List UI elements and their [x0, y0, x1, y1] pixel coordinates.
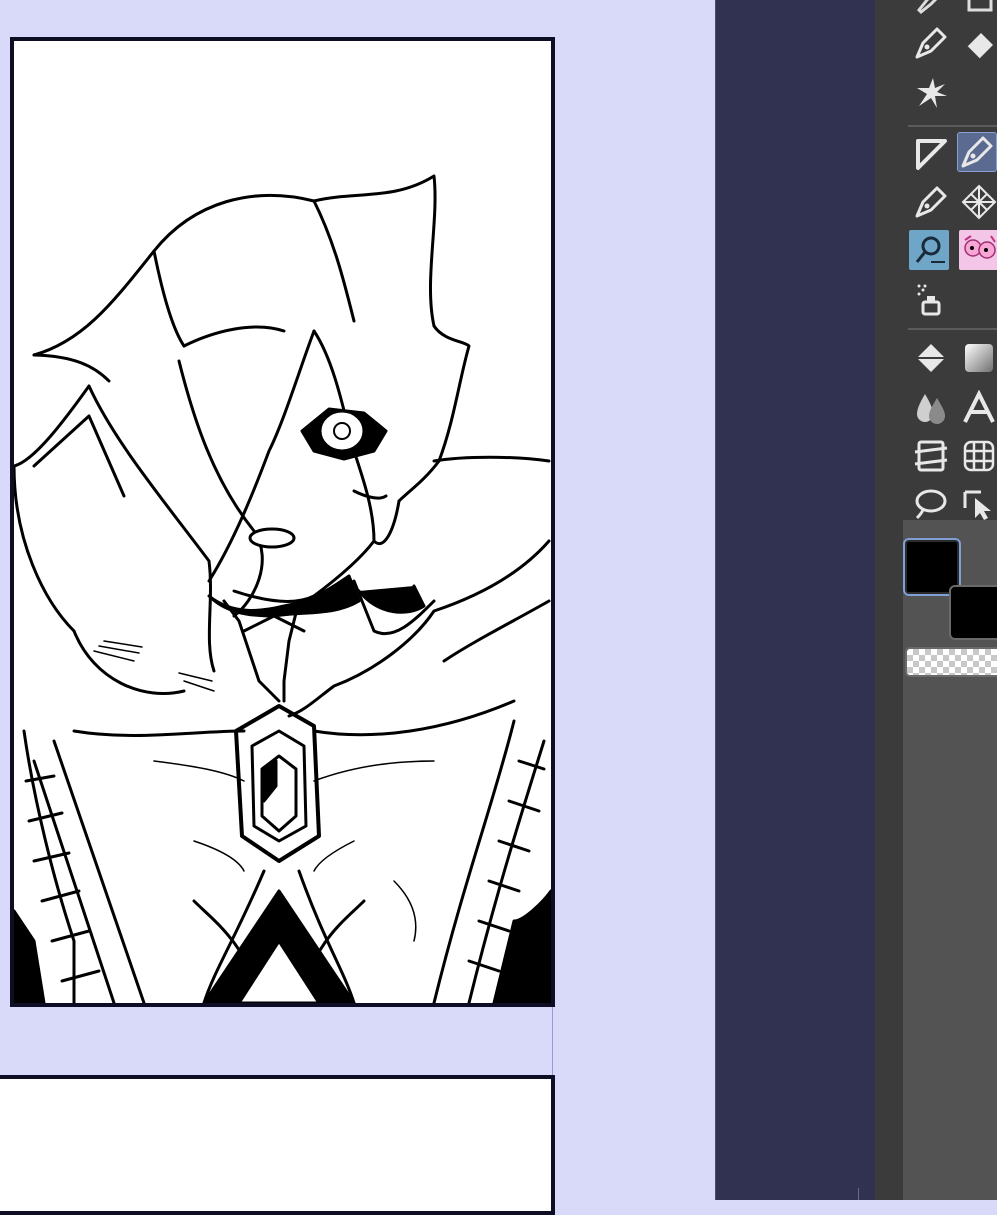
panel-guide-line	[552, 1007, 553, 1077]
transparent-color-swatch[interactable]	[905, 647, 997, 677]
ruler-tool[interactable]	[911, 134, 951, 174]
gradient-tool[interactable]	[959, 338, 997, 378]
manga-panel-main[interactable]	[10, 37, 555, 1007]
material-tool[interactable]	[959, 230, 997, 270]
toolbar-separator	[908, 125, 997, 127]
object-select-tool[interactable]	[959, 484, 997, 524]
manga-panel-lower[interactable]	[0, 1075, 555, 1215]
sparkle-tool[interactable]	[911, 72, 951, 112]
frame-tool[interactable]	[911, 436, 951, 476]
tool-palette	[875, 0, 997, 1200]
lasso-tool[interactable]	[911, 484, 951, 524]
layer-panel-background	[715, 0, 875, 1200]
eraser-tool[interactable]	[959, 23, 997, 63]
scroll-tick	[858, 1188, 859, 1200]
blend-tool[interactable]	[911, 388, 951, 428]
fill-tool[interactable]	[911, 338, 951, 378]
square-icon[interactable]	[959, 0, 997, 18]
grid-tool[interactable]	[959, 436, 997, 476]
canvas-area[interactable]	[0, 0, 715, 1215]
ink-pen-tool[interactable]	[911, 182, 951, 222]
text-tool[interactable]	[959, 388, 997, 428]
figure-pen-tool[interactable]	[957, 132, 997, 172]
decoration-tool[interactable]	[909, 230, 949, 270]
sub-color-swatch[interactable]	[949, 585, 997, 640]
screentone-tool[interactable]	[959, 182, 997, 222]
lineart-illustration	[14, 174, 551, 1003]
toolbar-separator	[908, 328, 997, 330]
pen-tool[interactable]	[911, 23, 951, 63]
airbrush-tool[interactable]	[911, 280, 951, 320]
pencil-tool[interactable]	[911, 0, 951, 18]
